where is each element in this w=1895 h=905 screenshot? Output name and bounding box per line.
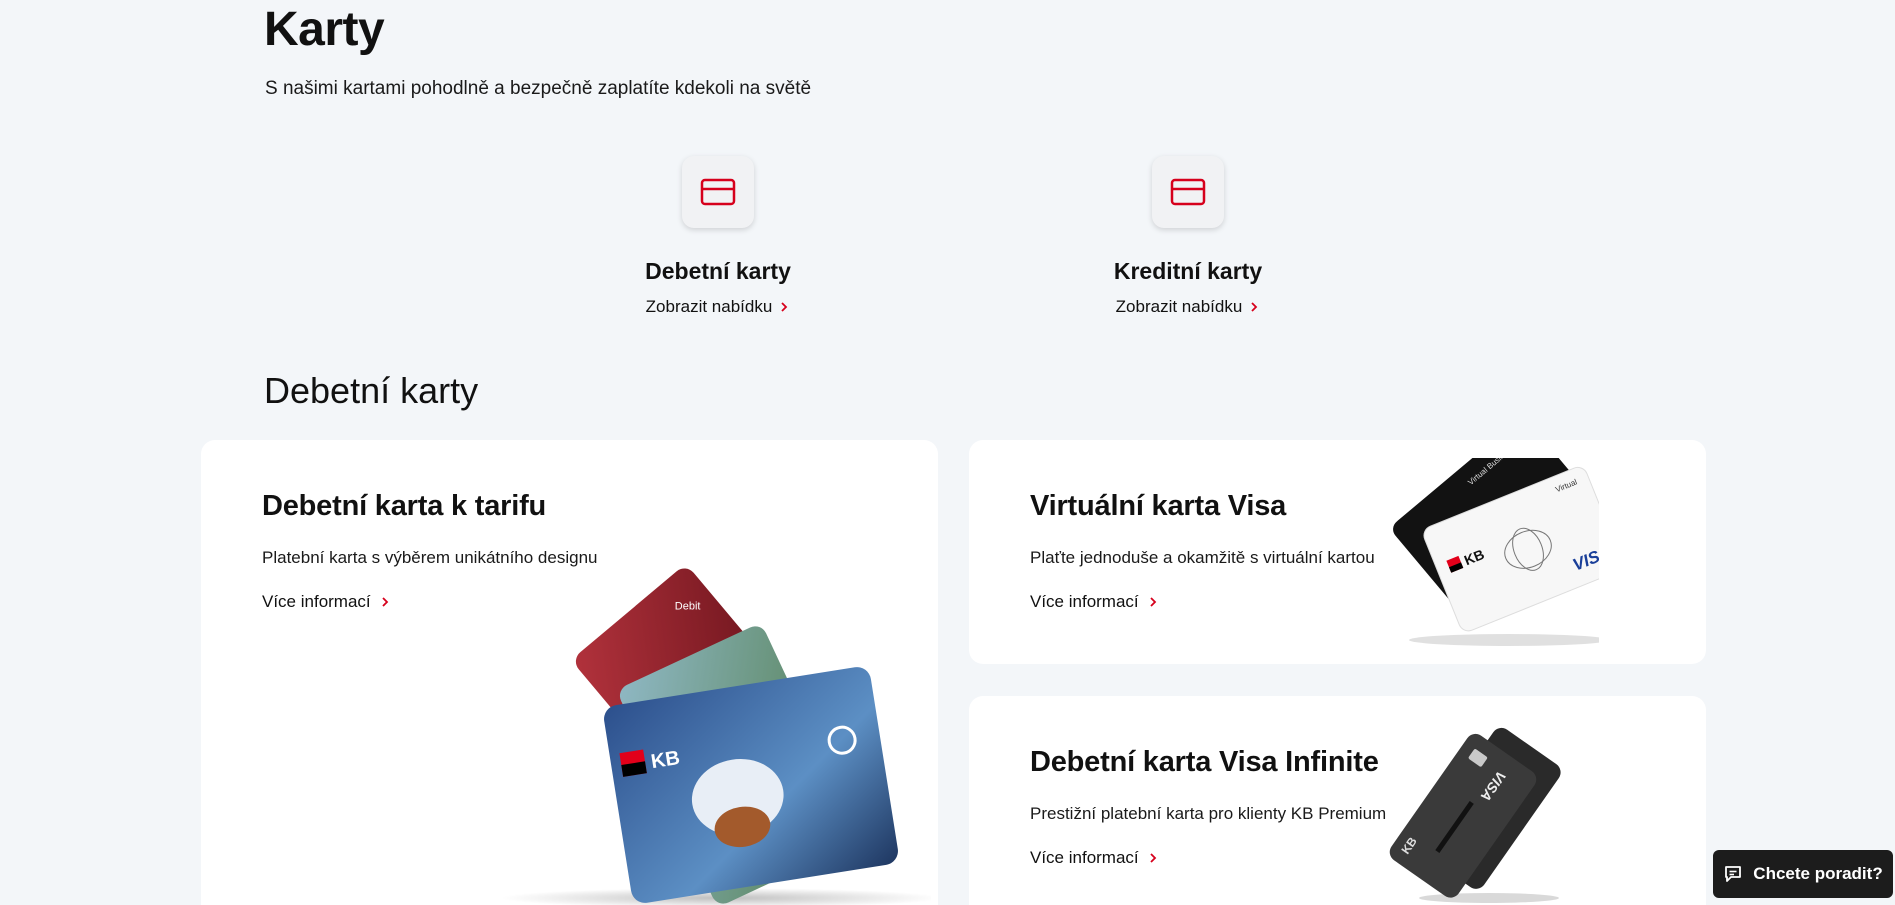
help-chat-button[interactable]: Chcete poradit? xyxy=(1713,850,1893,898)
category-credit-cards: Kreditní karty Zobrazit nabídku xyxy=(1058,156,1318,317)
product-card-tariff-debit[interactable]: Debetní karta k tarifu Platební karta s … xyxy=(201,440,938,905)
help-chat-label: Chcete poradit? xyxy=(1753,864,1883,883)
category-title: Kreditní karty xyxy=(1113,258,1263,284)
more-info-link[interactable]: Více informací xyxy=(262,592,391,612)
chevron-right-icon xyxy=(1251,302,1258,312)
chevron-right-icon xyxy=(382,597,388,607)
more-info-link[interactable]: Více informací xyxy=(1030,848,1159,868)
more-info-label: Více informací xyxy=(1030,848,1139,867)
more-info-label: Více informací xyxy=(262,592,371,611)
credit-card-icon[interactable] xyxy=(1152,156,1224,228)
chevron-right-icon xyxy=(1150,853,1156,863)
show-offer-link[interactable]: Zobrazit nabídku xyxy=(1116,297,1261,317)
product-title: Debetní karta Visa Infinite xyxy=(1030,746,1379,778)
debit-cards-image: Debit KB xyxy=(501,568,931,905)
chat-icon xyxy=(1725,866,1742,882)
page-title: Karty xyxy=(264,3,385,56)
product-card-virtual-visa[interactable]: Virtuální karta Visa Plaťte jednoduše a … xyxy=(969,440,1706,664)
chevron-right-icon xyxy=(1150,597,1156,607)
infinite-cards-image: VISA KB xyxy=(1389,727,1561,903)
show-offer-label: Zobrazit nabídku xyxy=(1115,297,1243,316)
product-title: Virtuální karta Visa xyxy=(1030,490,1287,522)
more-info-link[interactable]: Více informací xyxy=(1030,592,1159,612)
category-title: Debetní karty xyxy=(645,258,791,284)
product-description: Plaťte jednoduše a okamžitě s virtuální … xyxy=(1030,548,1375,567)
section-title: Debetní karty xyxy=(264,370,479,411)
virtual-cards-image: Virtual Business Virtual KB VISA xyxy=(1393,458,1599,646)
card-brand-label: KB xyxy=(650,747,682,773)
more-info-label: Více informací xyxy=(1030,592,1139,611)
product-description: Prestižní platební karta pro klienty KB … xyxy=(1030,804,1387,823)
show-offer-label: Zobrazit nabídku xyxy=(645,297,773,316)
card-type-label: Debit xyxy=(675,600,701,612)
show-offer-link[interactable]: Zobrazit nabídku xyxy=(646,297,791,317)
product-card-visa-infinite[interactable]: Debetní karta Visa Infinite Prestižní pl… xyxy=(969,696,1706,905)
page-subtitle: S našimi kartami pohodlně a bezpečně zap… xyxy=(265,78,812,99)
page: Karty S našimi kartami pohodlně a bezpeč… xyxy=(0,0,1895,905)
chevron-right-icon xyxy=(781,302,788,312)
category-debit-cards: Debetní karty Zobrazit nabídku xyxy=(588,156,848,317)
product-title: Debetní karta k tarifu xyxy=(262,490,547,522)
credit-card-icon[interactable] xyxy=(682,156,754,228)
